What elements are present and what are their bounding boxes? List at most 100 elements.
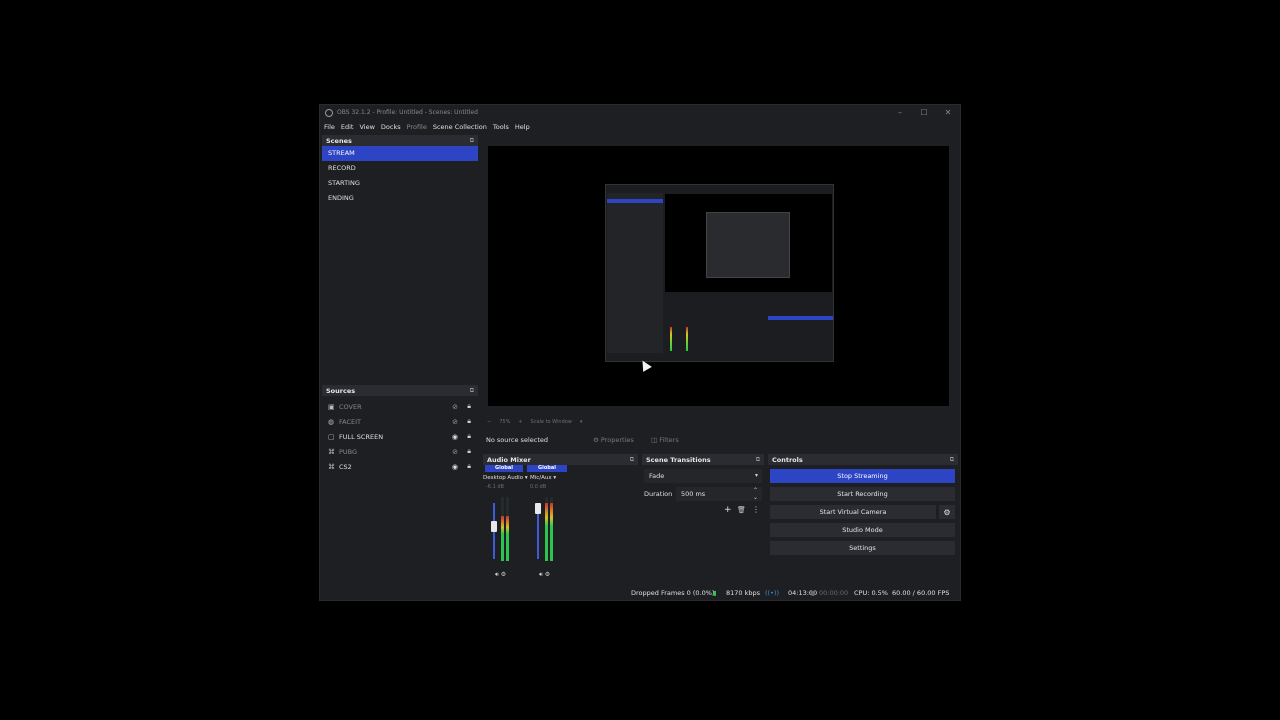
close-button[interactable]: ✕ bbox=[936, 105, 960, 120]
mixer-channel-desktop-audio: Global Desktop Audio ▾ -6.1 dB 🔊︎ ⚙ bbox=[483, 465, 528, 579]
obs-window: OBS 32.1.2 - Profile: Untitled - Scenes:… bbox=[319, 104, 961, 601]
lock-icon[interactable]: 🔒︎ bbox=[467, 432, 471, 441]
preview-canvas[interactable] bbox=[488, 146, 949, 406]
trash-icon[interactable]: 🗑︎ bbox=[737, 506, 746, 514]
nested-obs-capture bbox=[605, 184, 834, 362]
nested-preview bbox=[665, 194, 832, 292]
settings-button[interactable]: Settings bbox=[770, 541, 955, 555]
duration-label: Duration bbox=[644, 490, 673, 498]
eye-hidden-icon[interactable]: ⊘ bbox=[452, 418, 458, 426]
menu-edit[interactable]: Edit bbox=[341, 123, 354, 131]
duration-value: 500 ms bbox=[681, 490, 706, 498]
lock-icon[interactable]: 🔒︎ bbox=[467, 447, 471, 456]
scene-item-record[interactable]: RECORD bbox=[322, 161, 478, 176]
fps: 60.00 / 60.00 FPS bbox=[892, 589, 950, 597]
studio-mode-button[interactable]: Studio Mode bbox=[770, 523, 955, 537]
source-label: FACEIT bbox=[339, 417, 362, 426]
eye-icon[interactable]: ◉ bbox=[452, 463, 458, 471]
lock-icon[interactable]: 🔒︎ bbox=[467, 462, 471, 471]
channel-name[interactable]: Desktop Audio ▾ bbox=[483, 475, 528, 481]
start-virtual-camera-button[interactable]: Start Virtual Camera bbox=[770, 505, 936, 519]
menu-profile[interactable]: Profile bbox=[407, 123, 427, 131]
preview-area[interactable] bbox=[483, 135, 955, 418]
scene-item-stream[interactable]: STREAM bbox=[322, 146, 478, 161]
menu-scene-collection[interactable]: Scene Collection bbox=[433, 123, 487, 131]
eye-hidden-icon[interactable]: ⊘ bbox=[452, 448, 458, 456]
source-item-cover[interactable]: ▣ COVER ⊘ 🔒︎ bbox=[322, 399, 478, 414]
nested-inner-preview bbox=[706, 212, 790, 278]
menu-view[interactable]: View bbox=[359, 123, 374, 131]
mixer-content: Global Desktop Audio ▾ -6.1 dB 🔊︎ ⚙ Glob… bbox=[483, 465, 638, 579]
cpu-usage: CPU: 0.5% bbox=[854, 589, 888, 597]
channel-icons: 🔊︎ ⚙ bbox=[495, 571, 506, 579]
status-bar: Dropped Frames 0 (0.0%) ▮ 8170 kbps ((•)… bbox=[320, 586, 960, 600]
channel-db: 0.0 dB bbox=[530, 484, 547, 490]
source-item-faceit[interactable]: ◍ FACEIT ⊘ 🔒︎ bbox=[322, 414, 478, 429]
undock-icon[interactable]: ⧉ bbox=[630, 456, 634, 464]
menu-file[interactable]: File bbox=[324, 123, 335, 131]
source-item-cs2[interactable]: ⌘ CS2 ◉ 🔒︎ bbox=[322, 459, 478, 474]
volume-fader-handle[interactable] bbox=[535, 503, 541, 514]
speaker-icon[interactable]: 🔊︎ bbox=[539, 571, 543, 578]
properties-button[interactable]: ⚙ Properties bbox=[593, 436, 634, 444]
eye-hidden-icon[interactable]: ⊘ bbox=[452, 403, 458, 411]
chevron-down-icon[interactable]: ▾ bbox=[553, 475, 556, 481]
lock-icon[interactable]: 🔒︎ bbox=[467, 417, 471, 426]
volume-meter bbox=[545, 497, 548, 561]
undock-icon[interactable]: ⧉ bbox=[756, 456, 760, 464]
lock-icon[interactable]: 🔒︎ bbox=[467, 402, 471, 411]
undock-icon[interactable]: ⧉ bbox=[470, 137, 474, 145]
spinbox-icon[interactable]: ⌃ ⌄ bbox=[753, 487, 758, 501]
scale-mode-label[interactable]: Scale to Window bbox=[531, 419, 572, 425]
minimize-button[interactable]: – bbox=[888, 105, 912, 120]
sources-title: Sources bbox=[326, 386, 356, 395]
stop-streaming-button[interactable]: Stop Streaming bbox=[770, 469, 955, 483]
undock-icon[interactable]: ⧉ bbox=[470, 387, 474, 395]
scenes-dock-header: Scenes ⧉ bbox=[322, 135, 478, 146]
sources-dock: Sources ⧉ ▣ COVER ⊘ 🔒︎ ◍ FACEIT ⊘ 🔒︎ ▢ F… bbox=[322, 385, 478, 583]
gear-icon[interactable]: ⚙ bbox=[501, 571, 506, 578]
duration-row: Duration bbox=[644, 487, 672, 501]
menu-help[interactable]: Help bbox=[515, 123, 530, 131]
audio-mixer-dock: Audio Mixer ⧉ Global Desktop Audio ▾ -6.… bbox=[483, 454, 638, 581]
scene-item-starting[interactable]: STARTING bbox=[322, 176, 478, 191]
scene-list: STREAM RECORD STARTING ENDING bbox=[322, 146, 478, 206]
controls-title: Controls bbox=[772, 455, 803, 464]
channel-global-badge: Global bbox=[485, 465, 523, 472]
maximize-button[interactable]: ☐ bbox=[912, 105, 936, 120]
undock-icon[interactable]: ⧉ bbox=[950, 456, 954, 464]
eye-icon[interactable]: ◉ bbox=[452, 433, 458, 441]
channel-name[interactable]: Mic/Aux ▾ bbox=[527, 475, 567, 481]
transition-select[interactable]: Fade ▾ bbox=[644, 469, 762, 483]
volume-fader-handle[interactable] bbox=[491, 521, 497, 532]
channel-icons: 🔊︎ ⚙ bbox=[539, 571, 550, 579]
filters-button[interactable]: ◫ Filters bbox=[651, 436, 679, 444]
chevron-down-icon: ▾ bbox=[754, 472, 758, 479]
chevron-down-icon[interactable]: ▾ bbox=[580, 419, 583, 425]
scene-item-ending[interactable]: ENDING bbox=[322, 191, 478, 206]
speaker-icon[interactable]: 🔊︎ bbox=[495, 571, 499, 578]
start-recording-button[interactable]: Start Recording bbox=[770, 487, 955, 501]
controls-dock: Controls ⧉ Stop Streaming Start Recordin… bbox=[768, 454, 958, 581]
add-icon[interactable]: + bbox=[724, 505, 732, 515]
duration-input[interactable]: 500 ms ⌃ ⌄ bbox=[676, 487, 762, 501]
zoom-out-button[interactable]: − bbox=[487, 419, 491, 425]
properties-label: Properties bbox=[600, 436, 634, 444]
more-options-icon[interactable]: ⋮ bbox=[752, 505, 760, 514]
signal-icon: ▮ bbox=[713, 589, 717, 597]
record-time: 00:00:00 bbox=[819, 589, 849, 597]
gear-icon[interactable]: ⚙ bbox=[545, 571, 550, 578]
display-capture-icon: ▢ bbox=[328, 432, 335, 441]
window-title: OBS 32.1.2 - Profile: Untitled - Scenes:… bbox=[337, 109, 478, 116]
dropped-frames: Dropped Frames 0 (0.0%) bbox=[631, 589, 715, 597]
virtual-camera-settings-button[interactable]: ⚙ bbox=[939, 505, 955, 519]
bitrate: 8170 kbps bbox=[726, 589, 761, 597]
menu-tools[interactable]: Tools bbox=[493, 123, 509, 131]
volume-meter bbox=[550, 497, 553, 561]
nested-stop-button bbox=[768, 316, 833, 320]
source-item-full-screen[interactable]: ▢ FULL SCREEN ◉ 🔒︎ bbox=[322, 429, 478, 444]
source-item-pubg[interactable]: ⌘ PUBG ⊘ 🔒︎ bbox=[322, 444, 478, 459]
zoom-in-button[interactable]: + bbox=[518, 419, 522, 425]
volume-meter-fill bbox=[545, 503, 548, 561]
menu-docks[interactable]: Docks bbox=[381, 123, 401, 131]
